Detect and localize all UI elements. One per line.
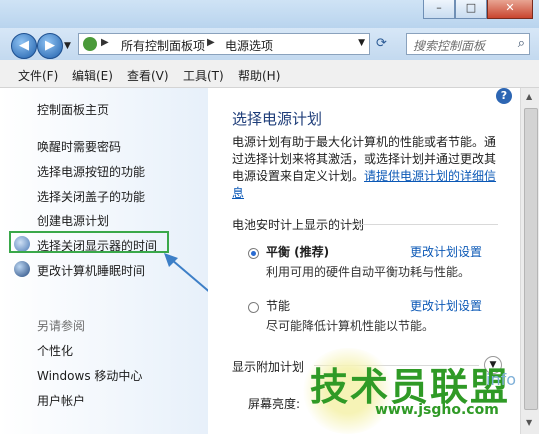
- sidebar-item-user-accounts[interactable]: 用户帐户: [37, 392, 85, 409]
- plan-desc-balanced: 利用可用的硬件自动平衡功耗与性能。: [266, 265, 471, 279]
- see-also-heading: 另请参阅: [37, 319, 86, 333]
- sidebar-item-mobility-center[interactable]: Windows 移动中心: [37, 367, 142, 384]
- moon-icon: [14, 261, 30, 277]
- menu-edit[interactable]: 编辑(E): [72, 67, 113, 84]
- menu-bar: 文件(F) 编辑(E) 查看(V) 工具(T) 帮助(H): [0, 60, 539, 88]
- navigation-bar: ◀ ▶ ▼ ▶ 所有控制面板项 ▶ 电源选项 ▼ ⟳ 搜索控制面板 ⌕: [0, 28, 539, 60]
- history-dropdown-icon[interactable]: ▼: [64, 41, 71, 51]
- change-plan-link-balanced[interactable]: 更改计划设置: [410, 243, 482, 260]
- forward-icon[interactable]: ▶: [37, 33, 63, 59]
- sidebar-item-personalization[interactable]: 个性化: [37, 342, 73, 359]
- divider: [348, 224, 498, 225]
- section-battery-plans: 电池安时计上显示的计划: [232, 218, 365, 232]
- brightness-label: 屏幕亮度:: [248, 397, 301, 411]
- plan-name-power-saver[interactable]: 节能: [266, 297, 290, 314]
- breadcrumb-item[interactable]: 电源选项: [225, 37, 273, 54]
- menu-help[interactable]: 帮助(H): [238, 67, 280, 84]
- search-placeholder: 搜索控制面板: [413, 39, 486, 53]
- scrollbar-thumb[interactable]: [524, 108, 538, 410]
- refresh-icon[interactable]: ⟳: [376, 36, 387, 51]
- window-controls: – □ ✕: [423, 0, 533, 19]
- sidebar-item-wake-password[interactable]: 唤醒时需要密码: [37, 138, 121, 155]
- plan-radio-balanced[interactable]: [248, 248, 259, 259]
- close-icon[interactable]: ✕: [487, 0, 533, 19]
- page-description: 电源计划有助于最大化计算机的性能或者节能。通过选择计划来将其激活，或选择计划并通…: [232, 134, 504, 202]
- minimize-icon[interactable]: –: [423, 0, 455, 19]
- search-input[interactable]: 搜索控制面板 ⌕: [406, 33, 530, 55]
- page-title: 选择电源计划: [232, 110, 323, 128]
- watermark-url: www.jsgho.com: [375, 402, 499, 418]
- plan-radio-power-saver[interactable]: [248, 302, 259, 313]
- maximize-icon[interactable]: □: [455, 0, 487, 19]
- title-bar: – □ ✕: [0, 0, 539, 28]
- chevron-right-icon[interactable]: ▶: [101, 37, 109, 48]
- sidebar-item-lid-close[interactable]: 选择关闭盖子的功能: [37, 188, 145, 205]
- search-icon[interactable]: ⌕: [518, 36, 525, 51]
- sidebar-item-create-plan[interactable]: 创建电源计划: [37, 212, 109, 229]
- menu-view[interactable]: 查看(V): [127, 67, 169, 84]
- sidebar-item-power-button[interactable]: 选择电源按钮的功能: [37, 163, 145, 180]
- scrollbar[interactable]: ▲ ▼: [520, 88, 539, 434]
- scroll-down-icon[interactable]: ▼: [526, 418, 532, 427]
- section-additional-plans: 显示附加计划: [232, 360, 305, 374]
- sidebar-item-sleep-time[interactable]: 更改计算机睡眠时间: [37, 262, 145, 279]
- back-icon[interactable]: ◀: [11, 33, 37, 59]
- chevron-down-icon[interactable]: ▼: [358, 38, 365, 48]
- help-icon[interactable]: ?: [496, 88, 512, 104]
- breadcrumb-item[interactable]: 所有控制面板项: [121, 37, 205, 54]
- menu-file[interactable]: 文件(F): [18, 67, 58, 84]
- menu-tools[interactable]: 工具(T): [183, 67, 224, 84]
- scroll-up-icon[interactable]: ▲: [526, 92, 532, 101]
- highlight-box: [9, 231, 169, 253]
- plan-desc-power-saver: 尽可能降低计算机性能以节能。: [266, 319, 435, 333]
- plan-name-balanced[interactable]: 平衡 (推荐): [266, 243, 329, 260]
- sidebar-item-home[interactable]: 控制面板主页: [37, 101, 109, 118]
- control-panel-icon: [83, 37, 97, 51]
- change-plan-link-power-saver[interactable]: 更改计划设置: [410, 297, 482, 314]
- address-bar[interactable]: ▶ 所有控制面板项 ▶ 电源选项 ▼: [78, 33, 370, 55]
- chevron-right-icon[interactable]: ▶: [207, 37, 215, 48]
- watermark-suffix: info: [486, 370, 517, 389]
